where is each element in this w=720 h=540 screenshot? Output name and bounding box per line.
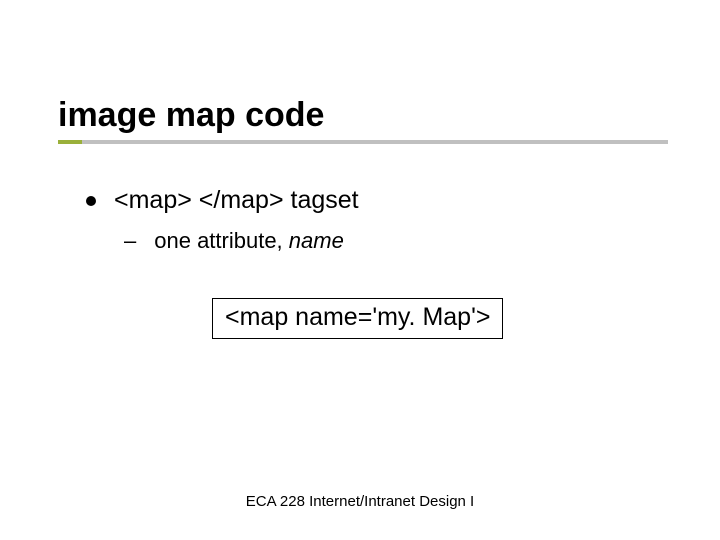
bullet-dot-icon bbox=[86, 196, 96, 206]
sub-bullet-text: one attribute, name bbox=[154, 228, 344, 254]
code-text: <map name='my. Map'> bbox=[225, 303, 490, 331]
underline-gray bbox=[58, 140, 668, 144]
sub-bullet-italic: name bbox=[289, 228, 344, 253]
title-underline bbox=[58, 140, 668, 144]
bullet-item: <map> </map> tagset bbox=[86, 186, 359, 215]
slide-title: image map code bbox=[58, 96, 324, 135]
bullet-text: <map> </map> tagset bbox=[114, 186, 359, 215]
code-box: <map name='my. Map'> bbox=[212, 298, 503, 339]
sub-bullet-prefix: one attribute, bbox=[154, 228, 289, 253]
underline-accent bbox=[58, 140, 82, 144]
dash-icon: – bbox=[124, 228, 136, 254]
sub-bullet-item: – one attribute, name bbox=[124, 228, 344, 254]
slide-footer: ECA 228 Internet/Intranet Design I bbox=[0, 493, 720, 510]
